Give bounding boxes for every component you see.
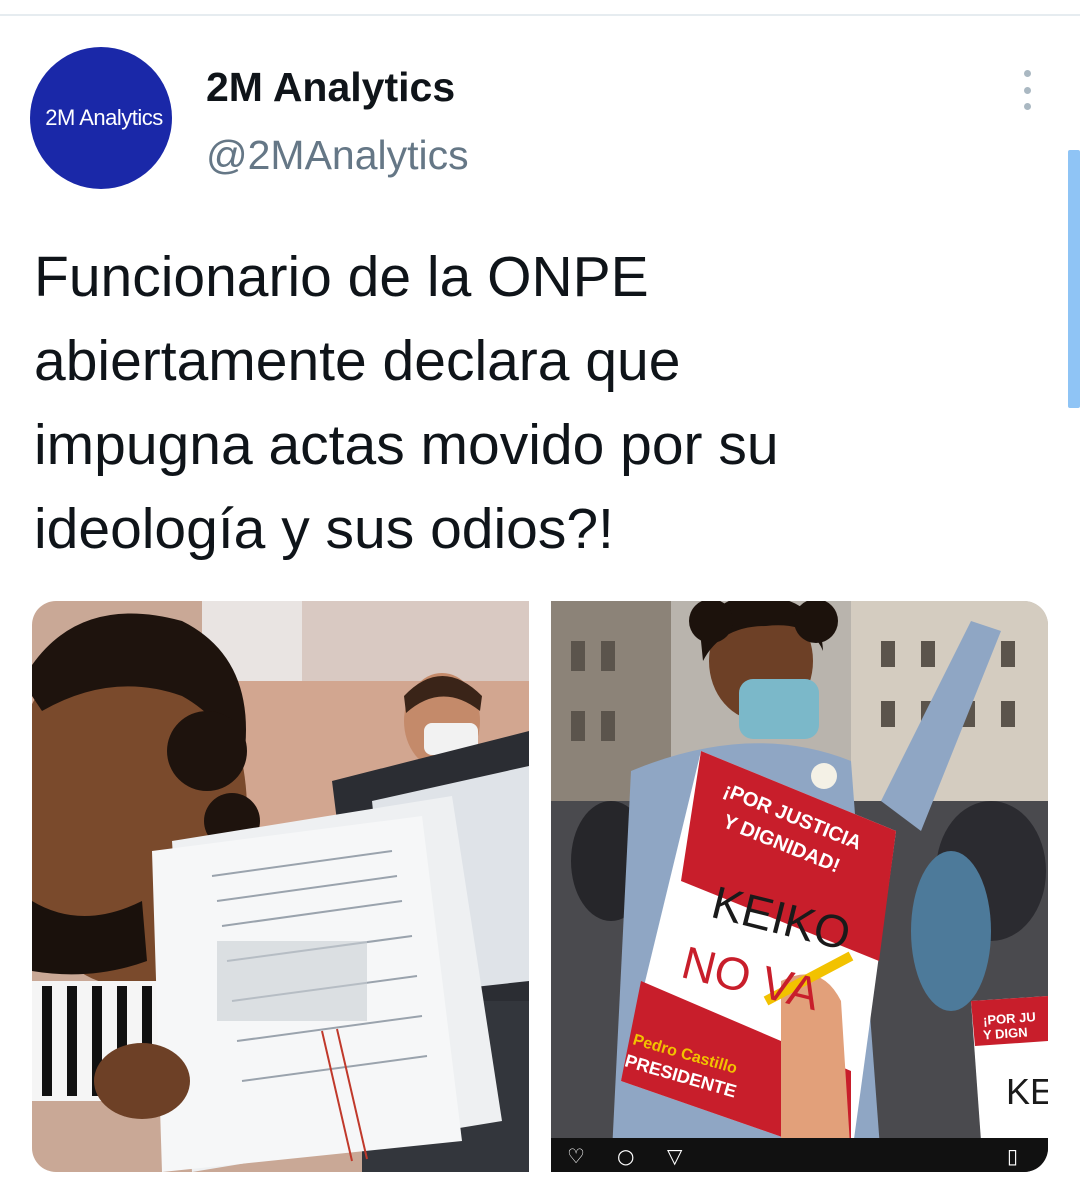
instagram-action-bar: ♡ ○ ▽ ▯ <box>551 1138 1048 1172</box>
tweet-page: 2M Analytics 2M Analytics @2MAnalytics F… <box>0 0 1080 1180</box>
avatar[interactable]: 2M Analytics <box>30 47 172 189</box>
user-handle[interactable]: @2MAnalytics <box>206 132 469 179</box>
tweet-text: Funcionario de la ONPE abiertamente decl… <box>34 245 779 561</box>
photo-protest-scene <box>551 601 1048 1172</box>
photo-ballots-scene <box>32 601 529 1172</box>
top-divider <box>0 14 1080 16</box>
heart-icon: ♡ <box>567 1144 585 1168</box>
tweet-photo-right[interactable]: ¡POR JUSTICIA Y DIGNIDAD! KEIKO NO VA Pe… <box>551 601 1048 1172</box>
second-sign-line2: Y DIGN <box>982 1024 1029 1043</box>
tweet-photo-left[interactable] <box>32 601 529 1172</box>
scrollbar[interactable] <box>1068 150 1080 408</box>
send-icon: ▽ <box>667 1144 683 1168</box>
avatar-text: 2M Analytics <box>45 105 163 130</box>
more-dot <box>1023 70 1031 77</box>
more-dot <box>1023 103 1031 110</box>
more-options-icon[interactable] <box>1010 70 1044 110</box>
comment-icon: ○ <box>617 1144 635 1168</box>
more-dot <box>1023 86 1031 94</box>
bookmark-icon: ▯ <box>1007 1144 1019 1168</box>
display-name[interactable]: 2M Analytics <box>206 64 455 111</box>
second-sign-line3: KE <box>1006 1071 1048 1112</box>
